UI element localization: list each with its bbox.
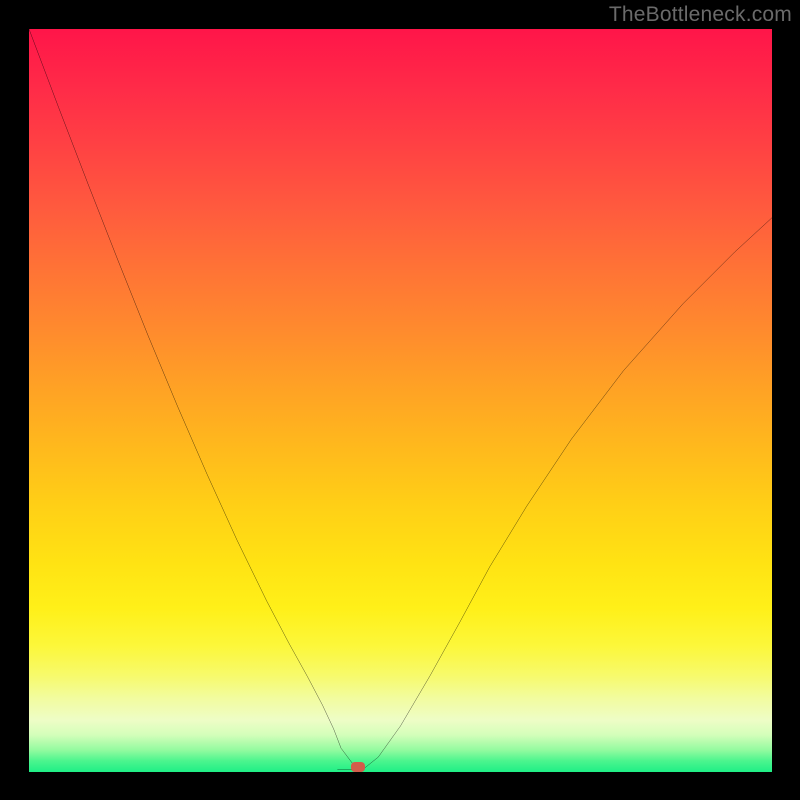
- chart-frame: [29, 29, 772, 772]
- bottleneck-curve: [29, 29, 772, 772]
- curve-path: [29, 29, 772, 769]
- optimum-marker: [351, 762, 365, 772]
- watermark-text: TheBottleneck.com: [609, 3, 792, 27]
